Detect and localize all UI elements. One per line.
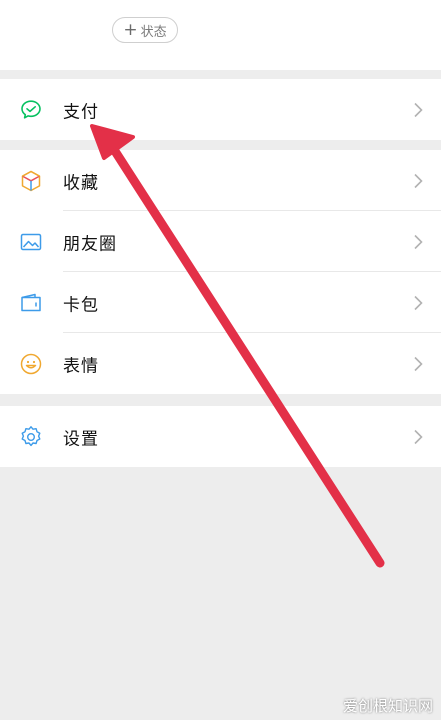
menu-item-cards[interactable]: 卡包 [0,272,441,333]
menu-item-label: 收藏 [63,173,99,193]
menu-item-stickers[interactable]: 表情 [0,333,441,394]
menu-item-label: 朋友圈 [63,234,117,254]
pay-group: 支付 [0,79,441,140]
menu-item-moments[interactable]: 朋友圈 [0,211,441,272]
settings-group: 设置 [0,406,441,467]
plus-icon: + [123,19,138,40]
chevron-right-icon [414,234,423,249]
gear-icon [19,425,43,449]
chevron-right-icon [414,102,423,117]
menu-item-label: 设置 [63,429,99,449]
chevron-right-icon [414,356,423,371]
add-status-button[interactable]: + 状态 [112,17,178,43]
status-label: 状态 [140,24,167,40]
services-group: 收藏 朋友圈 卡包 表情 [0,150,441,394]
menu-item-label: 卡包 [63,295,99,315]
chevron-right-icon [414,295,423,310]
chevron-right-icon [414,429,423,444]
watermark-text: 爱创根知识网 [342,697,433,715]
image-icon [19,230,43,254]
menu-item-settings[interactable]: 设置 [0,406,441,467]
menu-item-label: 支付 [63,102,99,122]
menu-item-label: 表情 [63,356,99,376]
wallet-card-icon [19,291,43,315]
cube-icon [19,169,43,193]
smiley-icon [19,352,43,376]
profile-header: + 状态 [0,0,441,70]
menu-item-pay[interactable]: 支付 [0,79,441,140]
chevron-right-icon [414,173,423,188]
menu-item-favorites[interactable]: 收藏 [0,150,441,211]
wechat-pay-icon [19,98,43,122]
